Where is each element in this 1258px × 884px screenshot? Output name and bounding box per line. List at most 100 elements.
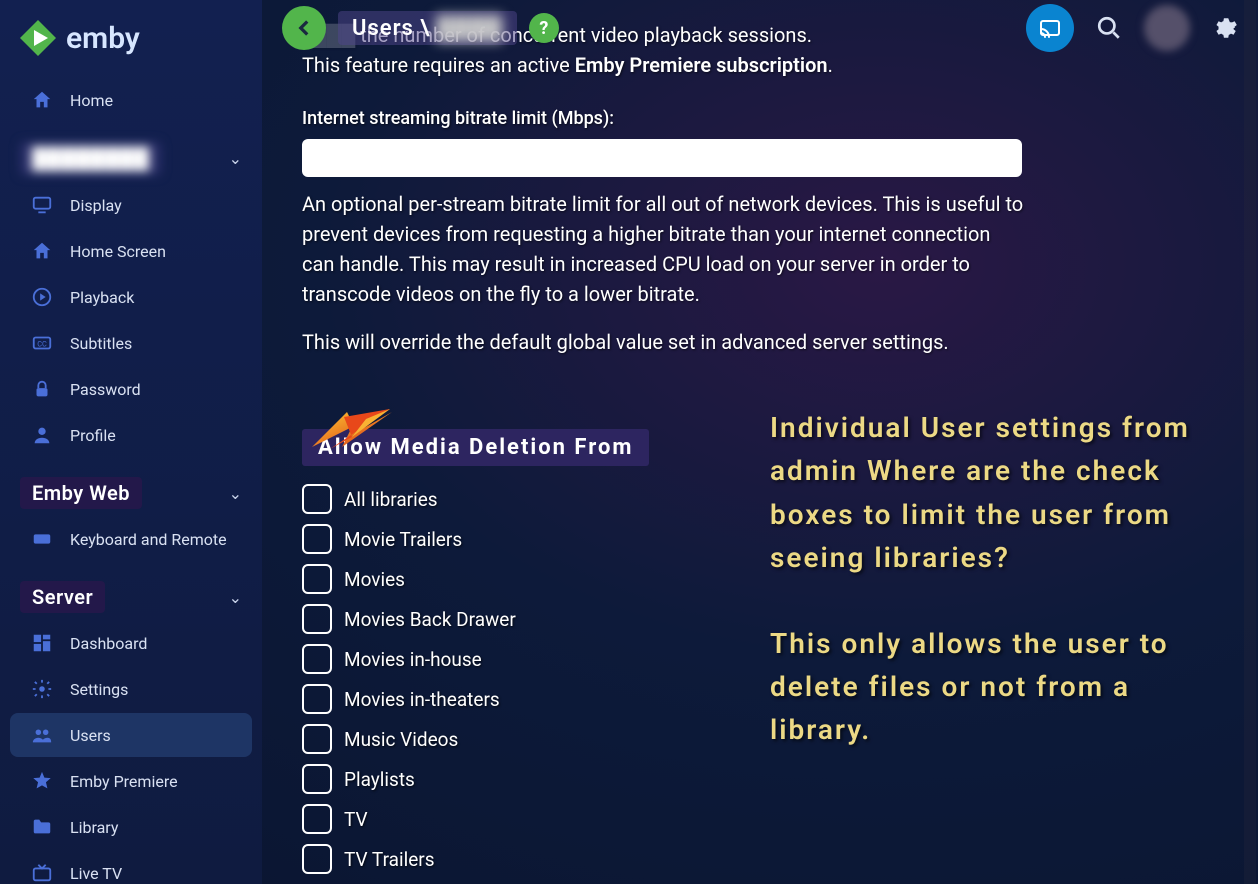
cc-icon: CC xyxy=(30,331,54,355)
search-button[interactable] xyxy=(1096,15,1122,41)
nav-label: Home Screen xyxy=(70,242,166,261)
keyboard-icon xyxy=(30,527,54,551)
bitrate-description-2: This will override the default global va… xyxy=(302,327,1027,357)
home-icon xyxy=(30,88,54,112)
folder-icon xyxy=(30,815,54,839)
section-label-blurred: ████████ xyxy=(20,142,161,175)
sidebar-item-home[interactable]: Home xyxy=(10,78,252,122)
checkbox[interactable] xyxy=(302,484,332,514)
checkbox-label: Music Videos xyxy=(344,728,458,751)
dashboard-icon xyxy=(30,631,54,655)
people-icon xyxy=(30,723,54,747)
livetv-icon xyxy=(30,861,54,884)
checkbox-label: Playlists xyxy=(344,768,415,791)
checkbox[interactable] xyxy=(302,684,332,714)
checkbox-label: Movie Trailers xyxy=(344,528,462,551)
checkbox[interactable] xyxy=(302,764,332,794)
nav-label: Users xyxy=(70,726,111,745)
sidebar-item-dashboard[interactable]: Dashboard xyxy=(10,621,252,665)
annotation-text: Individual User settings from admin Wher… xyxy=(770,406,1225,752)
deletion-row: Playlists xyxy=(302,764,1218,794)
premiere-link[interactable]: Emby Premiere subscription xyxy=(575,53,828,77)
nav-label: Settings xyxy=(70,680,128,699)
nav-label: Emby Premiere xyxy=(70,772,178,791)
checkbox[interactable] xyxy=(302,724,332,754)
section-label: Server xyxy=(20,581,105,613)
checkbox-label: TV xyxy=(344,808,368,831)
home-icon xyxy=(30,239,54,263)
checkbox-label: Movies in-house xyxy=(344,648,482,671)
deletion-row: TV Trailers xyxy=(302,844,1218,874)
checkbox-label: Movies xyxy=(344,568,405,591)
sidebar-item-live-tv[interactable]: Live TV xyxy=(10,851,252,884)
sidebar-item-emby-premiere[interactable]: Emby Premiere xyxy=(10,759,252,803)
arrow-left-icon xyxy=(291,15,317,41)
checkbox[interactable] xyxy=(302,604,332,634)
checkbox[interactable] xyxy=(302,804,332,834)
help-button[interactable]: ? xyxy=(529,13,559,43)
svg-text:CC: CC xyxy=(37,340,47,349)
lock-icon xyxy=(30,377,54,401)
gear-icon xyxy=(1212,15,1238,41)
nav-label: Display xyxy=(70,196,122,215)
brand-name: emby xyxy=(66,21,140,56)
nav-label: Library xyxy=(70,818,118,837)
sidebar-item-home-screen[interactable]: Home Screen xyxy=(10,229,252,273)
section-label: Emby Web xyxy=(20,477,142,509)
nav-label: Subtitles xyxy=(70,334,132,353)
chevron-down-icon: ⌄ xyxy=(229,484,242,503)
checkbox-label: TV Trailers xyxy=(344,848,435,871)
breadcrumb-username-blurred: ████ xyxy=(437,15,503,41)
breadcrumb-label: Users \ xyxy=(352,16,431,41)
person-icon xyxy=(30,423,54,447)
display-icon xyxy=(30,193,54,217)
checkbox-label: Movies Back Drawer xyxy=(344,608,516,631)
settings-button[interactable] xyxy=(1212,15,1238,41)
checkbox[interactable] xyxy=(302,644,332,674)
sidebar-item-settings[interactable]: Settings xyxy=(10,667,252,711)
checkbox-label: Movies in-theaters xyxy=(344,688,500,711)
annotation-arrow-icon xyxy=(302,407,392,457)
checkbox-label: All libraries xyxy=(344,488,438,511)
nav-label: Profile xyxy=(70,426,116,445)
sidebar: emby Home ████████ ⌄ Display Home Screen P… xyxy=(0,0,262,884)
bitrate-input[interactable] xyxy=(302,139,1022,177)
sidebar-item-playback[interactable]: Playback xyxy=(10,275,252,319)
sidebar-item-users[interactable]: Users xyxy=(10,713,252,757)
deletion-row: TV xyxy=(302,804,1218,834)
scrollbar[interactable] xyxy=(1244,0,1256,884)
star-icon xyxy=(30,769,54,793)
checkbox[interactable] xyxy=(302,564,332,594)
user-avatar[interactable] xyxy=(1144,5,1190,51)
nav-label: Keyboard and Remote xyxy=(70,530,227,549)
bitrate-description-1: An optional per-stream bitrate limit for… xyxy=(302,189,1027,309)
sidebar-section-header-server[interactable]: Server ⌄ xyxy=(0,569,262,619)
cast-button[interactable] xyxy=(1026,4,1074,52)
chevron-down-icon: ⌄ xyxy=(229,149,242,168)
sidebar-item-library[interactable]: Library xyxy=(10,805,252,849)
checkbox[interactable] xyxy=(302,524,332,554)
cast-icon xyxy=(1038,16,1062,40)
checkbox[interactable] xyxy=(302,844,332,874)
sidebar-item-profile[interactable]: Profile xyxy=(10,413,252,457)
gear-icon xyxy=(30,677,54,701)
sidebar-item-subtitles[interactable]: CC Subtitles xyxy=(10,321,252,365)
chevron-down-icon: ⌄ xyxy=(229,588,242,607)
back-button[interactable] xyxy=(282,6,326,50)
breadcrumb: Users \ ████ xyxy=(338,11,517,45)
nav-label: Live TV xyxy=(70,864,122,883)
sidebar-item-password[interactable]: Password xyxy=(10,367,252,411)
logo-icon xyxy=(18,18,58,58)
topbar: Users \ ████ ? xyxy=(262,0,1258,56)
sidebar-section-header-user[interactable]: ████████ ⌄ xyxy=(0,130,262,181)
sidebar-item-keyboard-and-remote[interactable]: Keyboard and Remote xyxy=(10,517,252,561)
sidebar-item-display[interactable]: Display xyxy=(10,183,252,227)
nav-label: Dashboard xyxy=(70,634,147,653)
sidebar-section-header-embyweb[interactable]: Emby Web ⌄ xyxy=(0,465,262,515)
playback-icon xyxy=(30,285,54,309)
nav-label: Home xyxy=(70,91,113,110)
app-logo[interactable]: emby xyxy=(0,18,262,76)
bitrate-label: Internet streaming bitrate limit (Mbps): xyxy=(302,108,1218,129)
nav-label: Password xyxy=(70,380,141,399)
nav-label: Playback xyxy=(70,288,134,307)
